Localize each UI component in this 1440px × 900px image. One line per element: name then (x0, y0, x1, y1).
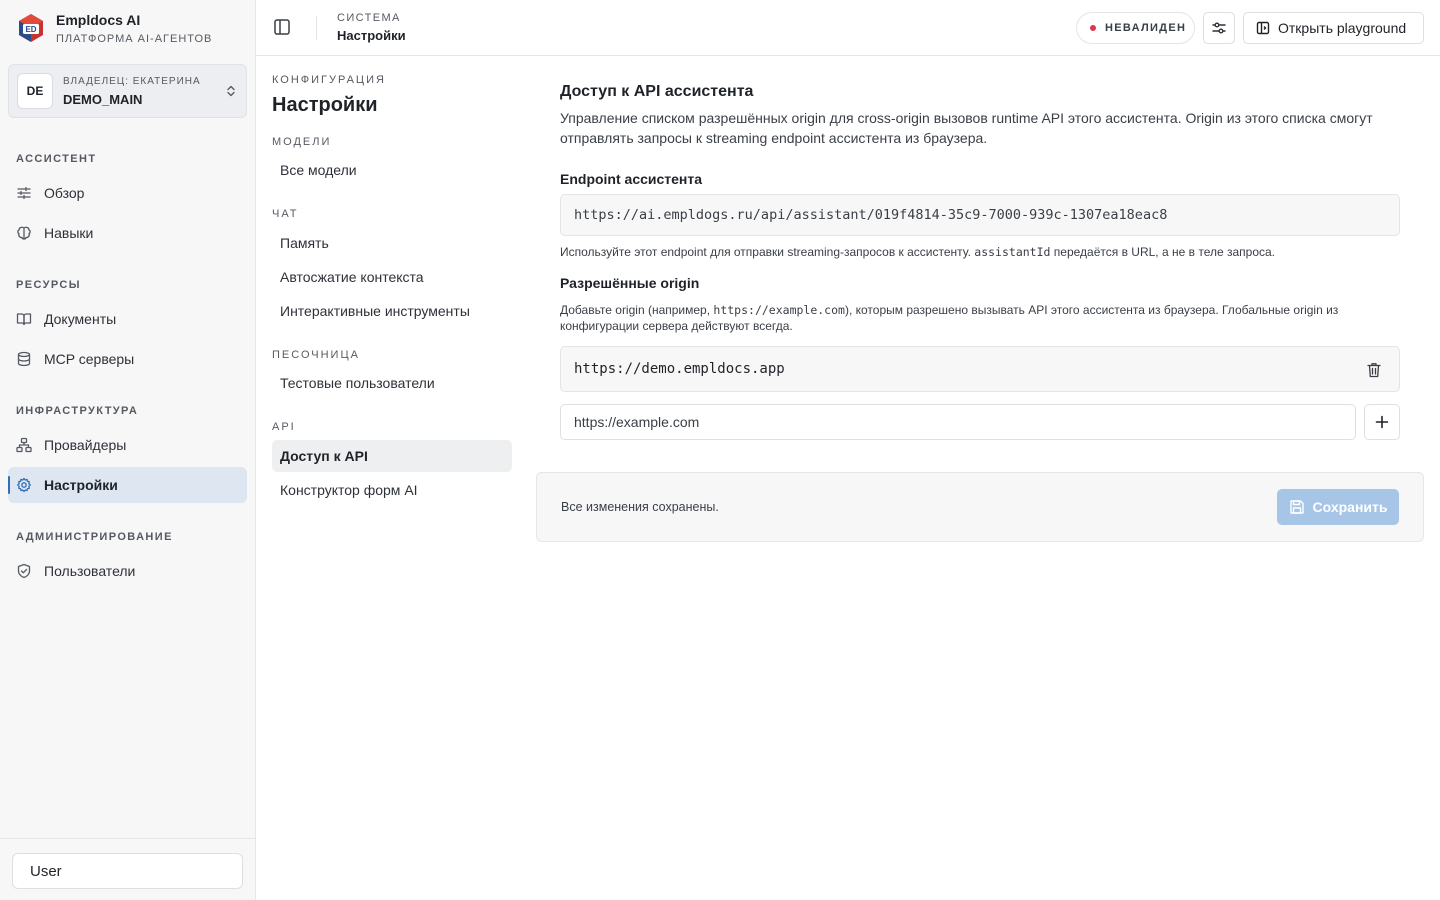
sidebar-item-settings[interactable]: Настройки (8, 467, 247, 503)
save-status-text: Все изменения сохранены. (561, 500, 719, 514)
endpoint-hint-text: Используйте этот endpoint для отправки s… (560, 245, 971, 259)
settings-section-chat: ЧАТ (272, 208, 299, 220)
settings-item-context-compression[interactable]: Автосжатие контекста (272, 261, 512, 293)
sidebar-item-label: Настройки (44, 477, 118, 493)
nav-section-administration: АДМИНИСТРИРОВАНИЕ (16, 531, 173, 543)
sidebar-item-documents[interactable]: Документы (8, 301, 247, 337)
brand[interactable]: ED Empldocs AI ПЛАТФОРМА AI-АГЕНТОВ (18, 12, 212, 45)
add-origin-button[interactable] (1364, 404, 1400, 440)
status-dot-icon (1090, 25, 1096, 31)
plus-icon (1375, 415, 1389, 429)
filters-button[interactable] (1203, 12, 1235, 44)
endpoint-hint-code: assistantId (974, 245, 1051, 259)
brand-subtitle: ПЛАТФОРМА AI-АГЕНТОВ (56, 33, 213, 45)
settings-section-models: МОДЕЛИ (272, 136, 332, 148)
settings-item-test-users[interactable]: Тестовые пользователи (272, 367, 512, 399)
settings-item-memory[interactable]: Память (272, 227, 512, 259)
settings-item-all-models[interactable]: Все модели (272, 154, 512, 186)
sliders-horizontal-icon (1212, 22, 1226, 34)
save-icon (1289, 500, 1304, 514)
database-icon (17, 351, 31, 367)
sidebar-item-overview[interactable]: Обзор (8, 175, 247, 211)
settings-item-interactive-tools[interactable]: Интерактивные инструменты (272, 295, 512, 327)
endpoint-label: Endpoint ассистента (560, 171, 703, 187)
trash-icon[interactable] (1367, 362, 1381, 378)
network-icon (16, 437, 32, 453)
save-button[interactable]: Сохранить (1277, 489, 1399, 525)
sidebar-item-providers[interactable]: Провайдеры (8, 427, 247, 463)
settings-item-ai-form-builder[interactable]: Конструктор форм AI (272, 474, 512, 506)
nav-section-assistant: АССИСТЕНТ (16, 153, 97, 165)
origins-hint: Добавьте origin (например, https://examp… (560, 302, 1400, 334)
endpoint-hint-text-end: передаётся в URL, а не в теле запроса. (1053, 245, 1276, 259)
settings-section-api: API (272, 421, 296, 433)
sliders-icon (17, 186, 31, 200)
book-icon (16, 313, 32, 326)
origins-label: Разрешённые origin (560, 275, 700, 291)
settings-title: Настройки (272, 94, 378, 116)
sidebar-item-label: MCP серверы (44, 351, 135, 367)
status-badge: НЕВАЛИДЕН (1076, 12, 1195, 44)
origins-hint-code: https://example.com (713, 303, 845, 317)
origin-list-item: https://demo.empldocs.app (560, 346, 1400, 392)
sidebar-item-label: Пользователи (44, 563, 136, 579)
breadcrumb-parent[interactable]: СИСТЕМА (337, 12, 406, 25)
brand-logo-icon: ED (19, 14, 43, 42)
open-playground-button[interactable]: Открыть playground (1243, 12, 1424, 44)
settings-section-sandbox: ПЕСОЧНИЦА (272, 349, 360, 361)
chevron-updown-icon (227, 85, 235, 97)
page-description: Управление списком разрешённых origin дл… (560, 110, 1373, 146)
panel-left-icon (1256, 21, 1270, 35)
sidebar: ED Empldocs AI ПЛАТФОРМА AI-АГЕНТОВ DE В… (0, 0, 256, 900)
sidebar-footer: User (0, 838, 255, 900)
sidebar-item-users[interactable]: Пользователи (8, 553, 247, 589)
origins-hint-text: Добавьте origin (например, (560, 303, 711, 317)
workspace-switcher[interactable]: DE ВЛАДЕЛЕЦ: ЕКАТЕРИНА DEMO_MAIN (8, 64, 247, 118)
workspace-name: DEMO_MAIN (63, 91, 143, 107)
shield-icon (17, 563, 31, 579)
endpoint-hint: Используйте этот endpoint для отправки s… (560, 244, 1275, 260)
sidebar-item-mcp-servers[interactable]: MCP серверы (8, 341, 247, 377)
sidebar-item-skills[interactable]: Навыки (8, 215, 247, 251)
breadcrumb: СИСТЕМА Настройки (337, 12, 406, 43)
status-text: НЕВАЛИДЕН (1105, 22, 1187, 34)
sidebar-item-label: Навыки (44, 225, 94, 241)
header-divider (316, 16, 317, 40)
gear-icon (17, 477, 31, 493)
sidebar-item-label: Документы (44, 311, 117, 327)
owner-avatar: DE (17, 73, 53, 109)
nav-section-infrastructure: ИНФРАСТРУКТУРА (16, 405, 139, 417)
origin-value: https://demo.empldocs.app (574, 361, 785, 377)
save-button-label: Сохранить (1312, 499, 1388, 515)
nav-section-resources: РЕСУРСЫ (16, 279, 81, 291)
user-menu[interactable]: User (12, 853, 243, 889)
owner-label: ВЛАДЕЛЕЦ: ЕКАТЕРИНА (63, 75, 201, 87)
sidebar-item-label: Провайдеры (44, 437, 127, 453)
save-bar: Все изменения сохранены. Сохранить (536, 472, 1424, 542)
sidebar-toggle-icon[interactable] (272, 16, 292, 38)
sidebar-item-label: Обзор (44, 185, 85, 201)
top-header: СИСТЕМА Настройки НЕВАЛИДЕН Открыть play… (256, 0, 1440, 56)
settings-eyebrow: КОНФИГУРАЦИЯ (272, 74, 386, 86)
settings-item-api-access[interactable]: Доступ к API (272, 440, 512, 472)
breadcrumb-current: Настройки (337, 28, 406, 43)
brand-logo-text: ED (25, 25, 36, 34)
brand-name: Empldocs AI (56, 12, 141, 28)
endpoint-field[interactable]: https://ai.empldogs.ru/api/assistant/019… (560, 194, 1400, 236)
brain-icon (17, 226, 31, 240)
page-title: Доступ к API ассистента (560, 83, 754, 100)
open-playground-label: Открыть playground (1278, 20, 1407, 36)
new-origin-input[interactable] (560, 404, 1356, 440)
